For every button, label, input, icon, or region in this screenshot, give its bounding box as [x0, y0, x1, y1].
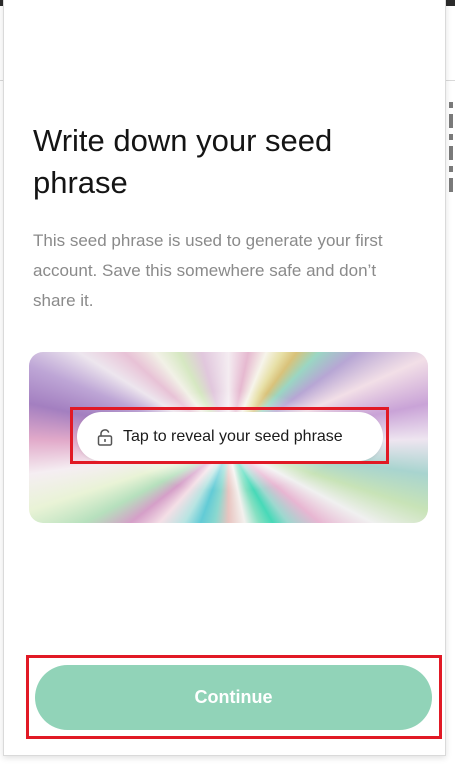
reveal-seed-phrase-button[interactable]: Tap to reveal your seed phrase	[77, 412, 383, 461]
background-page-edge	[447, 96, 455, 226]
page-description: This seed phrase is used to generate you…	[33, 231, 383, 310]
wallet-popup: Write down your seed phrase This seed ph…	[3, 0, 446, 756]
lock-icon	[95, 427, 115, 447]
reveal-seed-phrase-label: Tap to reveal your seed phrase	[123, 427, 343, 445]
continue-button[interactable]: Continue	[35, 665, 432, 730]
page-title: Write down your seed phrase	[33, 123, 333, 200]
